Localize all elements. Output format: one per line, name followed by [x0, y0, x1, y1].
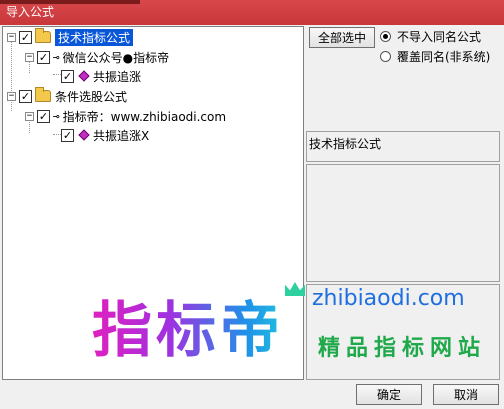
watermark-brand: 指标帝 [92, 282, 284, 369]
tree-node-label: 条件选股公式 [55, 89, 128, 104]
tree-node-technical-formulas[interactable]: − ✓ 技术指标公式 [7, 28, 134, 46]
watermark-slogan: 精品指标网站 [318, 336, 487, 361]
checkbox[interactable]: ✓ [37, 50, 50, 64]
checkbox[interactable]: ✓ [37, 109, 50, 123]
import-formula-dialog: 导入公式 − ✓ 技术指标公式 − ✓ ⊸ 微信公众号●指标帝 ✓ 共振追涨 −… [0, 0, 504, 409]
tree-node-label: 微信公众号●指标帝 [62, 50, 170, 65]
radio-label: 不导入同名公式 [397, 30, 482, 44]
formula-icon [78, 129, 90, 141]
radio-indicator [380, 51, 391, 62]
title-bar-edge [0, 0, 140, 4]
radio-overwrite-duplicates[interactable]: 覆盖同名(非系统) [380, 48, 490, 65]
radio-label: 覆盖同名(非系统) [397, 50, 491, 64]
checkbox[interactable]: ✓ [61, 128, 74, 142]
checkbox[interactable]: ✓ [19, 89, 32, 103]
formula-info-text: 技术指标公式 [309, 137, 382, 151]
collapse-toggle[interactable]: − [25, 52, 34, 62]
tree-node-formula-resonance[interactable]: ✓ 共振追涨 [61, 67, 141, 85]
tree-node-label: 技术指标公式 [55, 28, 134, 46]
collapse-toggle[interactable]: − [7, 32, 16, 42]
folder-icon [35, 28, 51, 43]
radio-selected-indicator [380, 31, 391, 42]
checkbox[interactable]: ✓ [61, 69, 74, 83]
folder-icon [35, 87, 51, 102]
watermark-url: zhibiaodi.com [312, 286, 465, 311]
collapse-toggle[interactable]: − [7, 91, 16, 101]
collapse-toggle[interactable]: − [25, 111, 34, 121]
tree-node-label: 指标帝：www.zhibiaodi.com [62, 109, 227, 124]
title-bar[interactable]: 导入公式 [0, 0, 504, 25]
tree-node-label: 共振追涨 [93, 69, 142, 84]
ok-button[interactable]: 确定 [356, 384, 422, 405]
tree-node-zhibiaodi-group[interactable]: − ✓ ⊸ 指标帝：www.zhibiaodi.com [25, 107, 226, 125]
formula-icon [78, 70, 90, 82]
key-icon: ⊸ [53, 50, 60, 64]
formula-description-box[interactable] [306, 164, 500, 282]
tree-node-wechat-group[interactable]: − ✓ ⊸ 微信公众号●指标帝 [25, 48, 169, 66]
window-title: 导入公式 [6, 5, 55, 19]
radio-no-import-duplicates[interactable]: 不导入同名公式 [380, 28, 481, 45]
select-all-button[interactable]: 全部选中 [309, 27, 375, 48]
checkbox[interactable]: ✓ [19, 30, 32, 44]
tree-node-label: 共振追涨X [93, 128, 150, 143]
tree-node-formula-resonance-x[interactable]: ✓ 共振追涨X [61, 126, 149, 144]
cancel-button[interactable]: 取消 [433, 384, 499, 405]
tree-node-condition-formulas[interactable]: − ✓ 条件选股公式 [7, 87, 127, 105]
key-icon: ⊸ [53, 109, 60, 123]
formula-info-box: 技术指标公式 [306, 131, 500, 162]
